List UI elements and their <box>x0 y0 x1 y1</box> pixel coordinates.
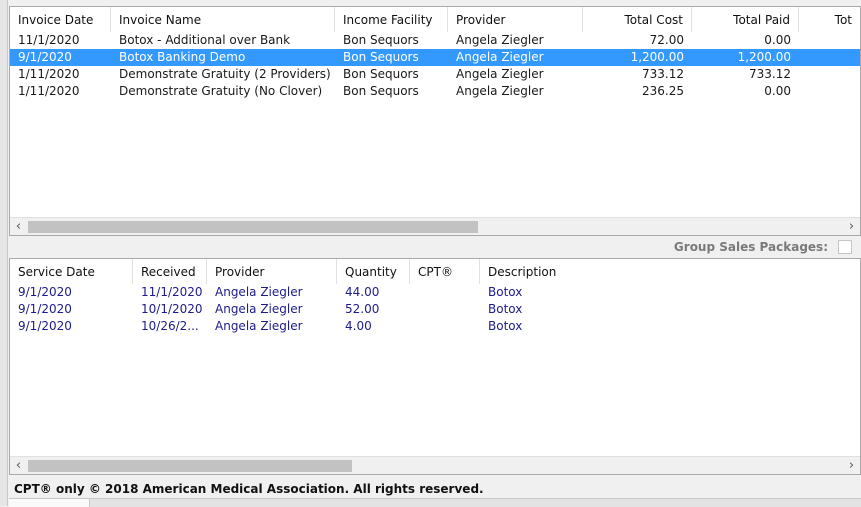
item-cell-provider: Angela Ziegler <box>215 302 303 316</box>
invoice-horizontal-scrollbar[interactable]: ‹ › <box>10 217 860 235</box>
item-cell-quantity: 44.00 <box>345 285 380 299</box>
item-cell-description: Botox <box>488 285 523 299</box>
invoice-cell-provider: Angela Ziegler <box>456 84 544 98</box>
invoice-cell-date: 11/1/2020 <box>18 33 80 47</box>
invoice-cell-paid: 733.12 <box>749 67 791 81</box>
items-horizontal-scrollbar[interactable]: ‹ › <box>10 456 860 474</box>
col-header-total-paid[interactable]: Total Paid <box>692 7 799 32</box>
invoice-cell-name: Botox Banking Demo <box>119 50 246 64</box>
item-cell-service_date: 9/1/2020 <box>18 285 72 299</box>
invoice-row[interactable]: 11/1/2020 Botox - Additional over Bank Bon… <box>10 32 860 49</box>
item-cell-cpt <box>410 301 480 318</box>
invoice-cell-paid: 0.00 <box>764 84 791 98</box>
item-cell-received: 10/26/2... <box>141 319 199 333</box>
invoice-cell-facility: Bon Sequors <box>343 50 419 64</box>
col-header-invoice-date[interactable]: Invoice Date <box>10 7 111 32</box>
item-cell-cpt <box>410 284 480 301</box>
col-header-income-facility[interactable]: Income Facility <box>335 7 448 32</box>
cpt-copyright-notice: CPT® only © 2018 American Medical Associ… <box>14 482 484 496</box>
invoice-cell-cost: 72.00 <box>649 33 684 47</box>
scroll-left-icon[interactable]: ‹ <box>10 457 27 474</box>
col-header-quantity[interactable]: Quantity <box>337 259 410 284</box>
scroll-thumb[interactable] <box>28 460 352 472</box>
item-cell-quantity: 52.00 <box>345 302 380 316</box>
invoice-cell-paid: 1,200.00 <box>737 50 791 64</box>
invoice-cell-cost: 236.25 <box>642 84 684 98</box>
item-cell-received: 10/1/2020 <box>141 302 203 316</box>
invoice-cell-cost: 733.12 <box>642 67 684 81</box>
invoice-cell-facility: Bon Sequors <box>343 67 419 81</box>
col-header-description[interactable]: Description <box>480 259 860 284</box>
invoice-row[interactable]: 1/11/2020 Demonstrate Gratuity (No Clover… <box>10 83 860 100</box>
items-grid[interactable]: Service Date Received Provider Quantity … <box>9 258 861 475</box>
invoice-cell-facility: Bon Sequors <box>343 84 419 98</box>
item-cell-cpt <box>410 318 480 335</box>
scroll-thumb[interactable] <box>28 221 478 233</box>
invoice-row[interactable]: 9/1/2020 Botox Banking Demo Bon Sequors Ang… <box>10 49 860 66</box>
invoice-cell-name: Botox - Additional over Bank <box>119 33 291 47</box>
scroll-left-icon[interactable]: ‹ <box>10 218 27 235</box>
col-header-received[interactable]: Received <box>133 259 207 284</box>
invoice-row[interactable]: 1/11/2020 Demonstrate Gratuity (2 Provide… <box>10 66 860 83</box>
col-header-total-more[interactable]: Tot <box>799 7 860 32</box>
invoice-cell-date: 1/11/2020 <box>18 67 80 81</box>
col-header-provider[interactable]: Provider <box>207 259 337 284</box>
item-row[interactable]: 9/1/2020 10/1/2020 Angela Ziegler 52.00 Boto… <box>10 301 860 318</box>
col-header-invoice-name[interactable]: Invoice Name <box>111 7 335 32</box>
invoice-cell-cost: 1,200.00 <box>630 50 684 64</box>
invoice-cell-name: Demonstrate Gratuity (No Clover) <box>119 84 323 98</box>
group-sales-packages-label: Group Sales Packages: <box>673 240 828 254</box>
col-header-service-date[interactable]: Service Date <box>10 259 133 284</box>
item-cell-description: Botox <box>488 302 523 316</box>
invoice-cell-name: Demonstrate Gratuity (2 Providers) <box>119 67 331 81</box>
invoice-cell-provider: Angela Ziegler <box>456 50 544 64</box>
item-cell-service_date: 9/1/2020 <box>18 302 72 316</box>
item-cell-service_date: 9/1/2020 <box>18 319 72 333</box>
item-cell-received: 11/1/2020 <box>141 285 203 299</box>
item-cell-provider: Angela Ziegler <box>215 319 303 333</box>
col-header-cpt[interactable]: CPT® <box>410 259 480 284</box>
left-edge <box>0 0 8 506</box>
invoice-cell-date: 1/11/2020 <box>18 84 80 98</box>
invoice-cell-paid: 0.00 <box>764 33 791 47</box>
invoice-cell-facility: Bon Sequors <box>343 33 419 47</box>
invoice-cell-provider: Angela Ziegler <box>456 33 544 47</box>
item-row[interactable]: 9/1/2020 10/26/2... Angela Ziegler 4.00 Boto… <box>10 318 860 335</box>
invoice-grid[interactable]: Invoice Date Invoice Name Income Facilit… <box>9 6 861 236</box>
invoice-cell-provider: Angela Ziegler <box>456 67 544 81</box>
scroll-right-icon[interactable]: › <box>843 457 860 474</box>
invoice-cell-date: 9/1/2020 <box>18 50 72 64</box>
item-cell-description: Botox <box>488 319 523 333</box>
group-sales-packages-checkbox[interactable] <box>838 240 852 254</box>
item-row[interactable]: 9/1/2020 11/1/2020 Angela Ziegler 44.00 Boto… <box>10 284 860 301</box>
scroll-right-icon[interactable]: › <box>843 218 860 235</box>
item-cell-provider: Angela Ziegler <box>215 285 303 299</box>
col-header-total-cost[interactable]: Total Cost <box>583 7 692 32</box>
item-cell-quantity: 4.00 <box>345 319 372 333</box>
col-header-provider[interactable]: Provider <box>448 7 583 32</box>
